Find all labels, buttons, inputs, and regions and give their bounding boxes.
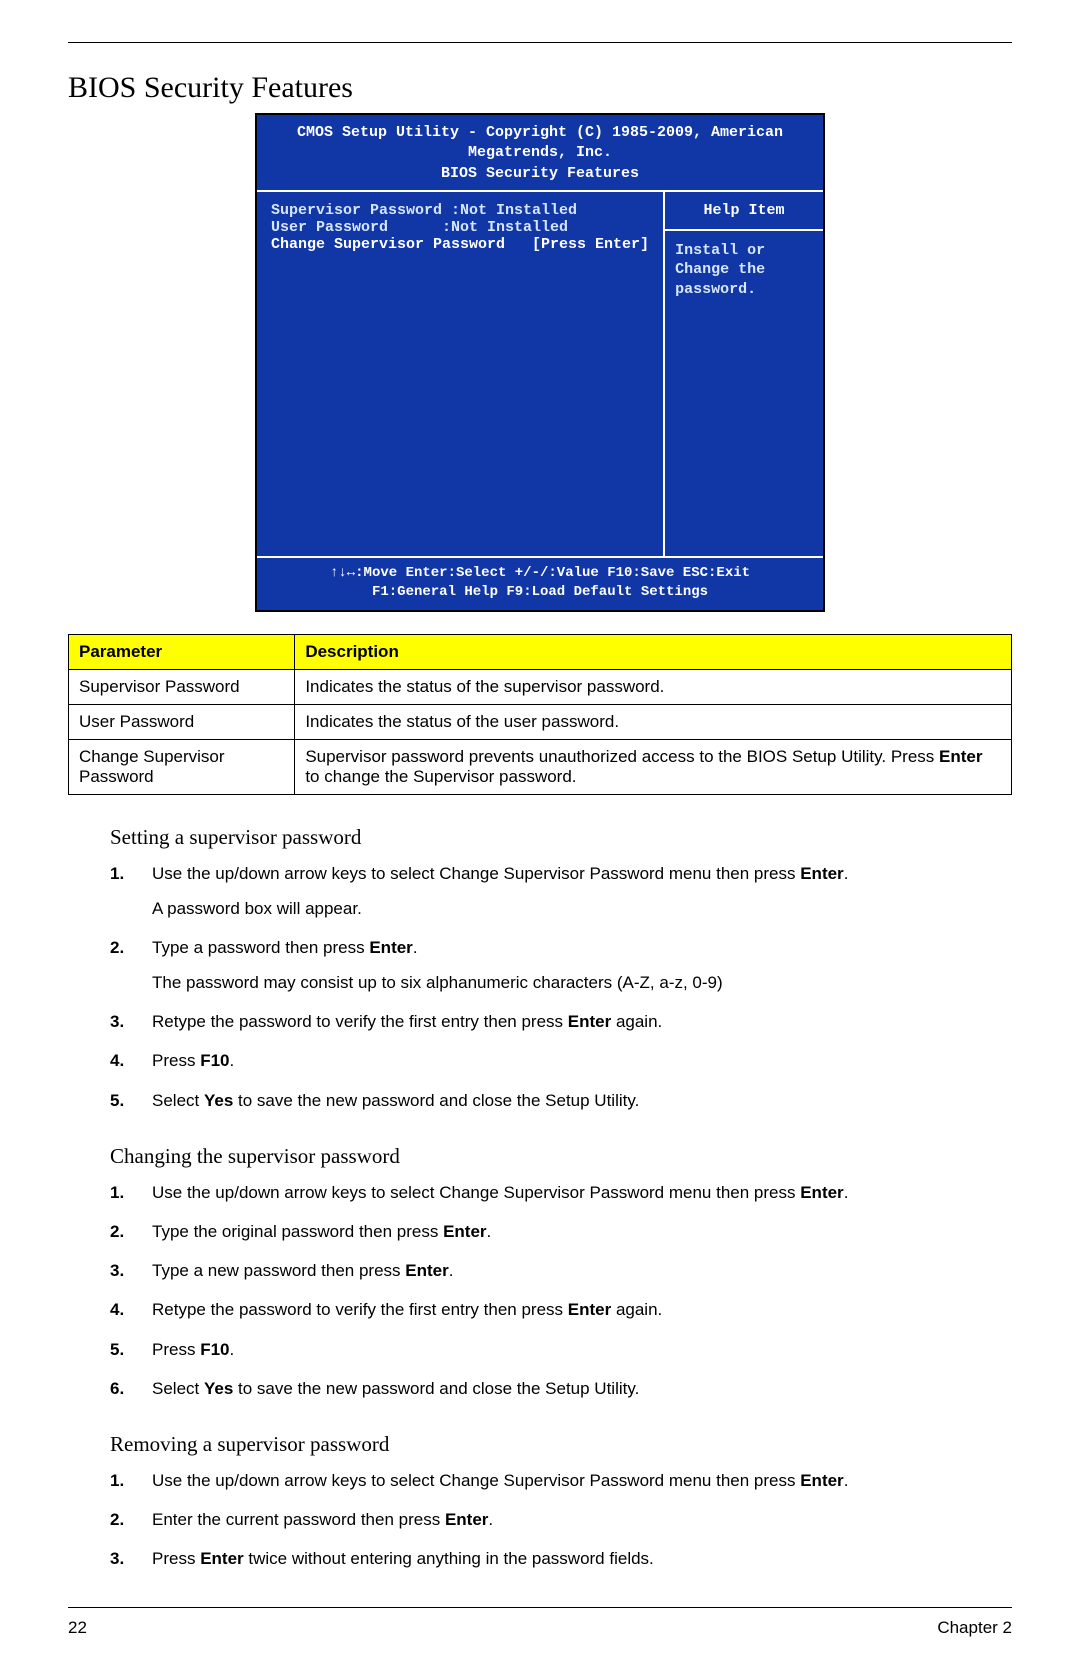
page-footer: 22 Chapter 2 [68,1618,1012,1672]
list-item: 4.Retype the password to verify the firs… [110,1296,1012,1323]
bios-change-password: Change Supervisor Password [Press Enter] [271,236,649,253]
bios-header-line1: CMOS Setup Utility - Copyright (C) 1985-… [261,123,819,164]
parameter-table: Parameter Description Supervisor Passwor… [68,634,1012,795]
list-item: 1.Use the up/down arrow keys to select C… [110,1467,1012,1494]
removing-heading: Removing a supervisor password [110,1432,1012,1457]
list-item: 4.Press F10. [110,1047,1012,1074]
param-cell: User Password [69,704,295,739]
param-cell: Change Supervisor Password [69,739,295,794]
table-row: Supervisor Password Indicates the status… [69,669,1012,704]
bios-sup-password: Supervisor Password :Not Installed [271,202,649,219]
bios-help-title: Help Item [665,192,823,231]
list-item: 1.Use the up/down arrow keys to select C… [110,860,1012,922]
bios-screenshot: CMOS Setup Utility - Copyright (C) 1985-… [68,113,1012,612]
top-rule [68,42,1012,43]
section-title: BIOS Security Features [68,71,1012,105]
list-item: 5.Press F10. [110,1336,1012,1363]
list-item: 5.Select Yes to save the new password an… [110,1087,1012,1114]
changing-heading: Changing the supervisor password [110,1144,1012,1169]
table-header-row: Parameter Description [69,634,1012,669]
list-item: 3.Retype the password to verify the firs… [110,1008,1012,1035]
list-item: 2.Type a password then press Enter.The p… [110,934,1012,996]
bios-user-password: User Password :Not Installed [271,219,649,236]
list-item: 3.Press Enter twice without entering any… [110,1545,1012,1572]
bios-footer: ↑↓↔:Move Enter:Select +/-/:Value F10:Sav… [257,556,823,610]
desc-cell: Indicates the status of the supervisor p… [295,669,1012,704]
setting-heading: Setting a supervisor password [110,825,1012,850]
list-item: 2.Type the original password then press … [110,1218,1012,1245]
chapter-label: Chapter 2 [937,1618,1012,1638]
bottom-rule [68,1607,1012,1608]
list-item: 3.Type a new password then press Enter. [110,1257,1012,1284]
bios-header-line2: BIOS Security Features [261,164,819,184]
setting-steps: 1.Use the up/down arrow keys to select C… [110,860,1012,1114]
th-description: Description [295,634,1012,669]
bios-right-panel: Help Item Install or Change the password… [665,192,823,556]
table-row: User Password Indicates the status of th… [69,704,1012,739]
desc-cell: Indicates the status of the user passwor… [295,704,1012,739]
bios-footer-line2: F1:General Help F9:Load Default Settings [261,583,819,602]
bios-header: CMOS Setup Utility - Copyright (C) 1985-… [257,115,823,192]
bios-help-body: Install or Change the password. [665,231,823,310]
table-row: Change Supervisor Password Supervisor pa… [69,739,1012,794]
bios-left-panel: Supervisor Password :Not Installed User … [257,192,665,556]
list-item: 6.Select Yes to save the new password an… [110,1375,1012,1402]
bios-footer-line1: ↑↓↔:Move Enter:Select +/-/:Value F10:Sav… [261,564,819,583]
removing-steps: 1.Use the up/down arrow keys to select C… [110,1467,1012,1573]
list-item: 2.Enter the current password then press … [110,1506,1012,1533]
param-cell: Supervisor Password [69,669,295,704]
desc-cell: Supervisor password prevents unauthorize… [295,739,1012,794]
th-parameter: Parameter [69,634,295,669]
list-item: 1.Use the up/down arrow keys to select C… [110,1179,1012,1206]
changing-steps: 1.Use the up/down arrow keys to select C… [110,1179,1012,1402]
page-number: 22 [68,1618,87,1638]
